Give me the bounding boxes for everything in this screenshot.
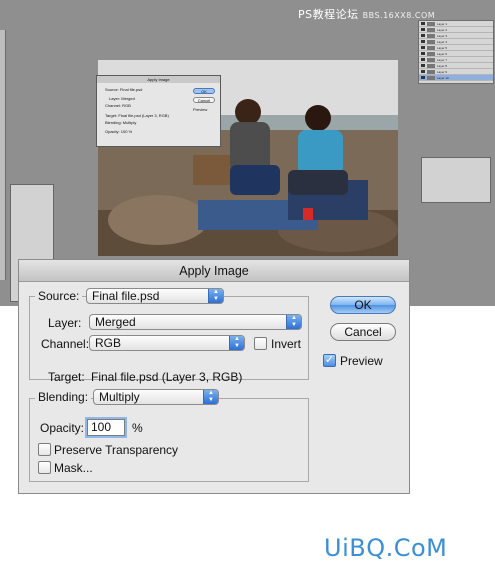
source-value: Final file.psd xyxy=(92,289,160,303)
top-watermark-url: BBS.16XX8.COM xyxy=(362,11,436,20)
eye-icon[interactable] xyxy=(421,28,425,31)
layer-thumbnail xyxy=(427,27,435,32)
invert-label: Invert xyxy=(271,337,302,351)
eye-icon[interactable] xyxy=(421,34,425,37)
opacity-label: Opacity: xyxy=(40,421,85,435)
preserve-transparency-label: Preserve Transparency xyxy=(54,443,179,457)
mask-label: Mask... xyxy=(54,461,93,475)
eye-icon[interactable] xyxy=(421,22,425,25)
small-channel: Channel: RGB xyxy=(105,103,131,108)
layer-name: Layer 8 xyxy=(437,63,448,68)
layer-row[interactable]: Layer 10 xyxy=(419,75,493,81)
small-target: Target: Final file.psd (Layer 3, RGB) xyxy=(105,113,169,118)
layers-panel-small[interactable] xyxy=(421,157,491,203)
blending-value: Multiply xyxy=(99,390,140,404)
preview-checkbox[interactable]: ✓ xyxy=(323,354,336,367)
small-source: Source: Final file.psd xyxy=(105,87,143,92)
mask-checkbox[interactable] xyxy=(38,461,51,474)
target-label: Target: xyxy=(48,370,85,384)
popup-arrows-icon: ▲ ▼ xyxy=(208,289,223,303)
popup-arrows-icon: ▲ ▼ xyxy=(286,315,301,329)
layer-thumbnail xyxy=(427,33,435,38)
channel-value: RGB xyxy=(95,336,122,350)
layer-label: Layer: xyxy=(48,316,82,330)
layer-thumbnail xyxy=(427,21,435,26)
eye-icon[interactable] xyxy=(421,70,425,73)
layer-thumbnail xyxy=(427,63,435,68)
layer-name: Layer 3 xyxy=(437,33,448,38)
eye-icon[interactable] xyxy=(421,76,425,79)
source-popup[interactable]: Final file.psd ▲ ▼ xyxy=(86,288,224,304)
layers-panel[interactable]: Layer 1 Layer 2 Layer 3 Layer 4 Layer 5 Layer… xyxy=(418,20,494,84)
layer-value: Merged xyxy=(95,315,136,329)
target-value: Final file.psd (Layer 3, RGB) xyxy=(91,370,243,384)
top-watermark: PS教程论坛 BBS.16XX8.COM xyxy=(298,6,435,22)
preserve-transparency-checkbox[interactable] xyxy=(38,443,51,456)
layer-name: Layer 9 xyxy=(437,69,448,74)
eye-icon[interactable] xyxy=(421,58,425,61)
eye-icon[interactable] xyxy=(421,64,425,67)
layer-thumbnail xyxy=(427,45,435,50)
layer-name: Layer 4 xyxy=(437,39,448,44)
layer-name: Layer 2 xyxy=(437,27,448,32)
layer-popup[interactable]: Merged ▲ ▼ xyxy=(89,314,302,330)
blending-label: Blending: xyxy=(35,390,92,404)
layer-thumbnail xyxy=(427,51,435,56)
layer-name: Layer 6 xyxy=(437,51,448,56)
invert-checkbox[interactable] xyxy=(254,337,267,350)
ok-button[interactable]: OK xyxy=(330,296,396,314)
small-opacity: Opacity: 100 % xyxy=(105,129,133,134)
top-watermark-text: PS教程论坛 xyxy=(298,8,359,21)
channel-popup[interactable]: RGB ▲ ▼ xyxy=(89,335,245,351)
layer-thumbnail xyxy=(427,69,435,74)
source-label: Source: xyxy=(35,289,83,303)
small-ok-button: OK xyxy=(193,88,215,94)
small-preview: Preview xyxy=(193,107,208,112)
small-blending: Blending: Multiply xyxy=(105,120,137,125)
layer-name: Layer 1 xyxy=(437,21,448,26)
small-layer: Layer: Merged xyxy=(109,96,135,101)
small-dialog-title: Apply Image xyxy=(97,76,220,83)
blending-popup[interactable]: Multiply ▲ ▼ xyxy=(93,389,219,405)
eye-icon[interactable] xyxy=(421,46,425,49)
layer-name: Layer 7 xyxy=(437,57,448,62)
opacity-unit: % xyxy=(132,421,143,435)
eye-icon[interactable] xyxy=(421,40,425,43)
layer-name: Layer 10 xyxy=(437,75,449,80)
apply-image-dialog: Apply Image Source: Final file.psd ▲ ▼ La… xyxy=(18,259,410,494)
channel-label: Channel: xyxy=(41,337,90,351)
bottom-watermark: UiBQ.CoM xyxy=(324,534,448,562)
preview-label: Preview xyxy=(340,354,383,368)
small-cancel-button: Cancel xyxy=(193,97,215,103)
cancel-button[interactable]: Cancel xyxy=(330,323,396,341)
popup-arrows-icon: ▲ ▼ xyxy=(203,390,218,404)
tools-panel[interactable] xyxy=(0,30,6,280)
layer-thumbnail xyxy=(427,75,435,80)
layer-thumbnail xyxy=(427,39,435,44)
popup-arrows-icon: ▲ ▼ xyxy=(229,336,244,350)
dialog-title: Apply Image xyxy=(19,260,409,282)
eye-icon[interactable] xyxy=(421,52,425,55)
opacity-field[interactable]: 100 xyxy=(87,419,125,436)
layer-name: Layer 5 xyxy=(437,45,448,50)
layer-thumbnail xyxy=(427,57,435,62)
apply-image-preview-dialog: Apply Image Source: Final file.psd Layer… xyxy=(96,75,221,147)
